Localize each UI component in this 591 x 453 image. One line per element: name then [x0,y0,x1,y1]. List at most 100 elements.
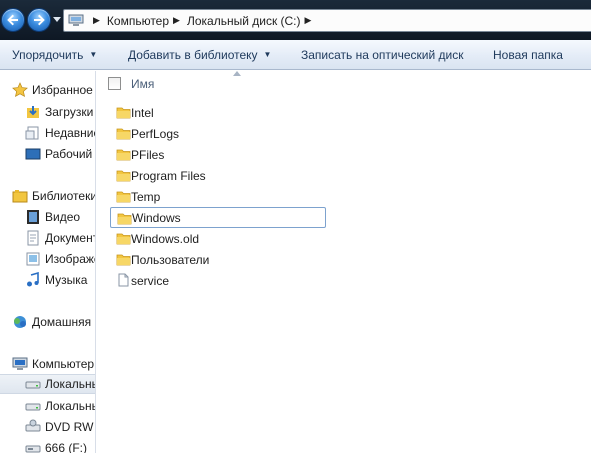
burn-label: Записать на оптический диск [301,47,464,62]
list-item[interactable]: Temp [110,186,325,207]
tree-label: Рабочий [45,147,93,161]
library-icon [12,188,28,204]
tree-local-disk-c[interactable]: Локальный диск [0,374,95,394]
file-name: Program Files [131,168,206,183]
chevron-right-icon[interactable]: ▶ [305,15,312,26]
arrow-left-icon [7,14,18,26]
back-button[interactable] [1,8,25,32]
list-item[interactable]: PFiles [110,144,325,165]
folder-icon [116,170,131,182]
tree-favorites[interactable]: Избранное [12,80,93,100]
list-item[interactable]: Intel [110,102,325,123]
video-icon [25,209,41,225]
file-name: Intel [131,105,154,120]
breadcrumb-local-disk[interactable]: Локальный диск (C:) [187,14,301,28]
tree-label: Локальный диск [45,377,95,391]
list-item[interactable]: Program Files [110,165,325,186]
documents-icon [25,230,41,246]
tree-libraries[interactable]: Библиотеки [12,186,96,206]
tree-label: Избранное [32,83,93,97]
file-name: Temp [131,189,161,204]
hard-drive-icon [25,398,41,414]
tree-video[interactable]: Видео [25,207,80,227]
music-note-icon [25,271,41,288]
tree-local-disk-d[interactable]: Локальный диск [25,396,95,416]
organize-label: Упорядочить [12,47,84,62]
tree-label: Загрузки [45,105,94,119]
column-name-label: Имя [131,77,155,91]
file-name: Windows [132,210,181,225]
tree-recent[interactable]: Недавние [25,123,96,143]
tree-computer[interactable]: Компьютер [12,354,94,374]
chevron-right-icon[interactable]: ▶ [93,15,100,26]
file-name: service [131,273,170,288]
address-strip: ▶ Компьютер ▶ Локальный диск (C:) ▶ [0,0,591,40]
folder-icon [117,213,132,225]
hard-drive-icon [25,376,41,392]
list-item[interactable]: service [110,270,325,291]
column-header-name[interactable]: Имя [97,71,327,96]
tree-label: Библиотеки [32,189,96,203]
homegroup-icon [12,314,28,330]
list-item[interactable]: Windows [110,207,326,228]
arrow-right-icon [34,14,45,26]
tree-homegroup[interactable]: Домашняя группа [12,312,95,332]
burn-button[interactable]: Записать на оптический диск [301,48,464,62]
new-folder-button[interactable]: Новая папка [493,48,563,62]
new-folder-label: Новая папка [493,47,563,62]
tree-label: Домашняя группа [32,315,95,329]
list-item[interactable]: Windows.old [110,228,325,249]
chevron-down-icon: ▼ [263,50,272,59]
tree-downloads[interactable]: Загрузки [25,102,93,122]
tree-dvd-drive[interactable]: DVD RW дисковод [25,417,95,437]
organize-button[interactable]: Упорядочить ▼ [12,48,97,62]
recent-pages-dropdown[interactable] [53,17,61,23]
dvd-drive-icon [25,419,41,435]
chevron-right-icon[interactable]: ▶ [173,15,180,26]
tree-desktop[interactable]: Рабочий [25,144,92,164]
address-bar[interactable]: ▶ Компьютер ▶ Локальный диск (C:) ▶ [63,9,591,32]
tree-drive-f[interactable]: 666 (F:) [25,438,87,453]
file-name: Windows.old [131,231,200,246]
tree-label: Изображения [45,252,95,266]
tree-pictures[interactable]: Изображения [25,249,95,269]
tree-documents[interactable]: Документы [25,228,95,248]
sort-up-icon [233,71,241,76]
chevron-down-icon: ▼ [89,50,98,59]
list-item[interactable]: Пользователи [110,249,325,270]
file-name: PerfLogs [131,126,180,141]
add-to-library-button[interactable]: Добавить в библиотеку ▼ [128,48,271,62]
tree-label: Видео [45,210,81,224]
tree-label: Локальный диск [45,399,95,413]
folder-icon [116,128,131,140]
star-icon [12,82,28,98]
navigation-pane: Избранное Загрузки Недавние Рабочий Библ… [0,71,96,453]
computer-icon [68,14,85,27]
select-all-checkbox[interactable] [108,77,121,90]
file-list: Имя Intel PerfLogs PFiles Program Files … [97,71,591,453]
computer-icon [12,356,28,372]
tree-music[interactable]: Музыка [25,270,87,290]
tree-label: Документы [45,231,95,245]
tree-label: DVD RW дисковод [45,420,95,434]
forward-button[interactable] [27,8,51,32]
tree-label: Музыка [45,273,88,287]
folder-icon [116,107,131,119]
breadcrumb-computer[interactable]: Компьютер [107,14,169,28]
recent-places-icon [25,125,41,141]
file-name: PFiles [131,147,165,162]
tree-label: Компьютер [32,357,95,371]
desktop-icon [25,146,41,162]
pictures-icon [25,251,41,267]
usb-drive-icon [25,440,41,453]
folder-icon [116,191,131,203]
tree-label: 666 (F:) [45,441,88,453]
downloads-icon [25,104,41,120]
list-item[interactable]: PerfLogs [110,123,325,144]
tree-label: Недавние [45,126,96,140]
folder-icon [116,233,131,245]
command-bar: Упорядочить ▼ Добавить в библиотеку ▼ За… [0,40,591,70]
file-icon [118,273,129,287]
file-name: Пользователи [131,252,210,267]
folder-icon [116,149,131,161]
